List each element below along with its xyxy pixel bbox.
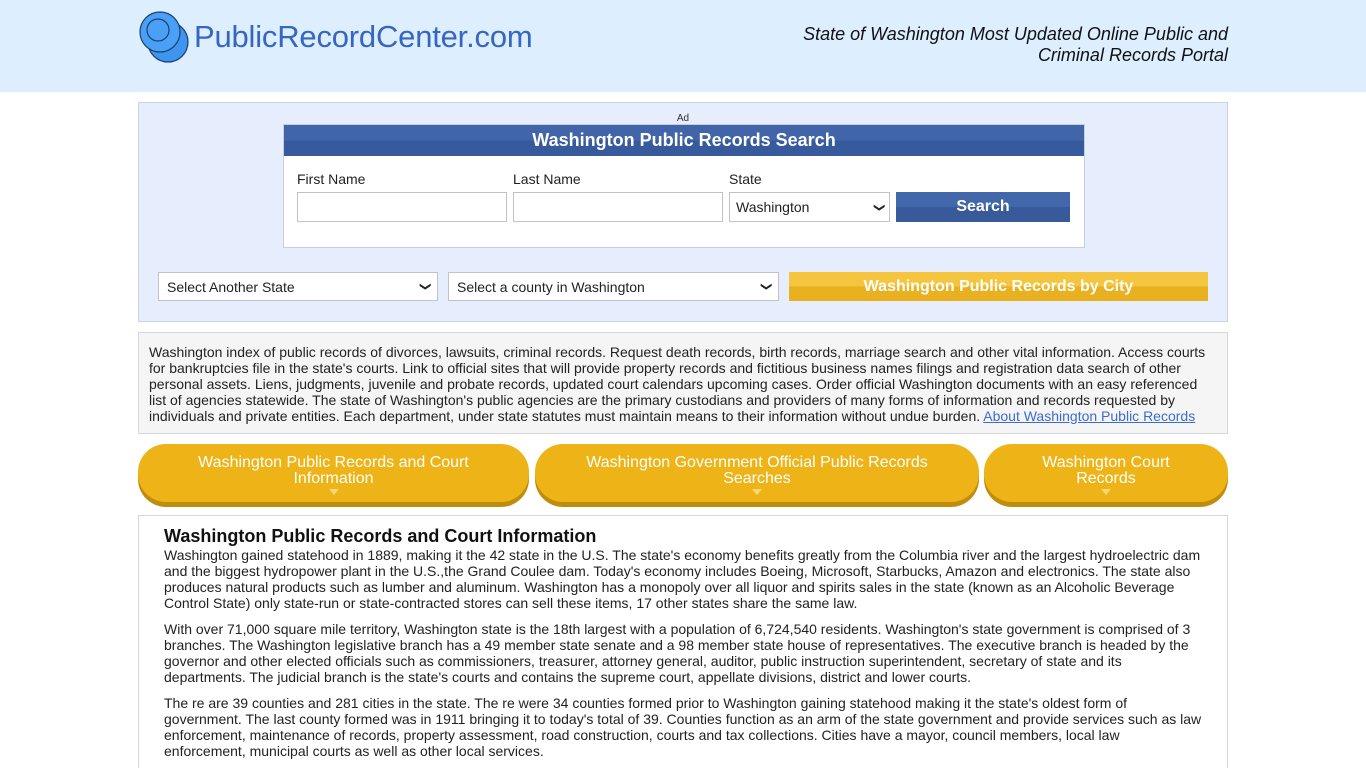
search-form-title: Washington Public Records Search bbox=[284, 125, 1084, 156]
about-public-records-link[interactable]: About Washington Public Records bbox=[983, 408, 1195, 424]
caret-down-icon bbox=[1101, 489, 1111, 495]
first-name-input[interactable] bbox=[297, 192, 507, 222]
content-heading: Washington Public Records and Court Info… bbox=[164, 526, 597, 546]
tab-label: Washington Court Records bbox=[1042, 454, 1170, 487]
caret-down-icon bbox=[328, 489, 339, 495]
chevron-down-icon: ❮ bbox=[872, 202, 885, 212]
location-nav: Select Another State ❮ Select a county i… bbox=[158, 272, 1208, 302]
site-header: PublicRecordCenter.com State of Washingt… bbox=[0, 0, 1366, 92]
last-name-label: Last Name bbox=[513, 171, 581, 187]
another-state-select-value: Select Another State bbox=[167, 278, 295, 295]
records-by-city-button[interactable]: Washington Public Records by City bbox=[789, 272, 1208, 301]
content-paragraph: With over 71,000 square mile territory, … bbox=[164, 621, 1191, 685]
site-logo[interactable]: PublicRecordCenter.com bbox=[138, 10, 533, 64]
search-button[interactable]: Search bbox=[896, 192, 1070, 222]
county-select[interactable]: Select a county in Washington ❮ bbox=[448, 272, 779, 301]
site-tagline: State of Washington Most Updated Online … bbox=[803, 24, 1228, 66]
another-state-select[interactable]: Select Another State ❮ bbox=[158, 272, 438, 301]
state-select[interactable]: Washington ❮ bbox=[729, 192, 890, 222]
tab-label: Washington Public Records and Court Info… bbox=[198, 454, 469, 487]
state-select-value: Washington bbox=[736, 199, 810, 215]
caret-down-icon bbox=[752, 489, 762, 495]
tab-public-records-court-info[interactable]: Washington Public Records and Court Info… bbox=[138, 444, 529, 502]
tab-government-official-searches[interactable]: Washington Government Official Public Re… bbox=[535, 444, 979, 502]
tagline-line-2: Criminal Records Portal bbox=[1037, 45, 1228, 65]
last-name-input[interactable] bbox=[513, 192, 723, 222]
tagline-line-1: State of Washington Most Updated Online … bbox=[803, 24, 1228, 44]
people-search-form: Washington Public Records Search First N… bbox=[283, 124, 1085, 248]
ad-label: Ad bbox=[676, 113, 690, 124]
main-content: Washington Public Records and Court Info… bbox=[138, 515, 1228, 768]
tab-court-records[interactable]: Washington Court Records bbox=[984, 444, 1228, 502]
content-paragraph: Washington gained statehood in 1889, mak… bbox=[164, 547, 1201, 611]
first-name-label: First Name bbox=[297, 171, 366, 187]
chevron-down-icon: ❮ bbox=[418, 281, 431, 292]
intro-text-block: Washington index of public records of di… bbox=[138, 332, 1228, 434]
search-panel: Ad Washington Public Records Search Firs… bbox=[138, 102, 1228, 322]
tab-label: Washington Government Official Public Re… bbox=[586, 454, 928, 487]
state-label: State bbox=[729, 171, 762, 187]
chevron-down-icon: ❮ bbox=[759, 281, 772, 292]
logo-circles-icon bbox=[138, 10, 192, 64]
logo-text: PublicRecordCenter.com bbox=[194, 19, 533, 54]
county-select-value: Select a county in Washington bbox=[457, 278, 645, 295]
section-tabs: Washington Public Records and Court Info… bbox=[138, 444, 1228, 506]
content-paragraph: The re are 39 counties and 281 cities in… bbox=[164, 695, 1202, 759]
